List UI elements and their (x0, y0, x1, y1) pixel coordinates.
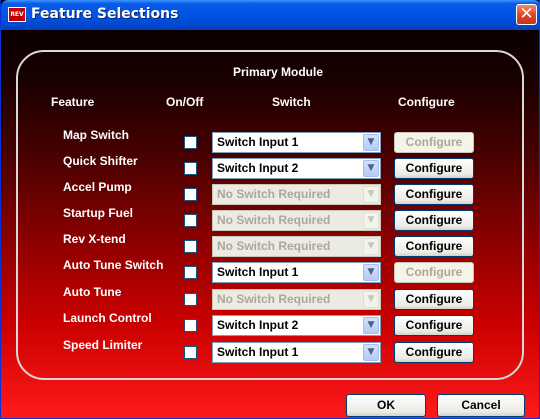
chevron-down-icon: ▼ (363, 212, 379, 229)
chevron-down-icon[interactable]: ▼ (363, 134, 379, 151)
switch-select-value: Switch Input 2 (217, 318, 299, 332)
window-title: Feature Selections (31, 6, 179, 22)
feature-checkbox[interactable] (184, 319, 197, 332)
configure-button: Configure (394, 262, 474, 283)
feature-row: Speed Limiter Switch Input 1 ▼ Configure (1, 338, 540, 364)
chevron-down-icon: ▼ (363, 186, 379, 203)
group-title: Primary Module (233, 65, 324, 79)
feature-checkbox[interactable] (184, 293, 197, 306)
switch-select: No Switch Required ▼ (212, 236, 381, 257)
feature-label: Auto Tune Switch (63, 258, 164, 272)
feature-row: Startup Fuel No Switch Required ▼ Configure (1, 206, 540, 232)
chevron-down-icon: ▼ (363, 291, 379, 308)
configure-button[interactable]: Configure (394, 236, 474, 257)
switch-select-value: Switch Input 1 (217, 265, 299, 279)
header-feature: Feature (51, 95, 95, 109)
feature-checkbox[interactable] (184, 240, 197, 253)
switch-select-value: Switch Input 1 (217, 345, 299, 359)
chevron-down-icon[interactable]: ▼ (363, 264, 379, 281)
feature-label: Quick Shifter (63, 154, 138, 168)
feature-label: Launch Control (63, 311, 152, 325)
configure-button[interactable]: Configure (394, 315, 474, 336)
feature-row: Rev X-tend No Switch Required ▼ Configure (1, 232, 540, 258)
feature-selections-window: REV Feature Selections ✕ Primary Module … (0, 0, 540, 419)
feature-checkbox[interactable] (184, 214, 197, 227)
feature-label: Rev X-tend (63, 232, 126, 246)
chevron-down-icon: ▼ (363, 238, 379, 255)
app-icon: REV (8, 7, 26, 22)
switch-select[interactable]: Switch Input 1 ▼ (212, 342, 381, 363)
ok-button[interactable]: OK (346, 394, 426, 417)
feature-checkbox[interactable] (184, 188, 197, 201)
header-switch: Switch (272, 95, 311, 109)
configure-button[interactable]: Configure (394, 289, 474, 310)
switch-select-value: No Switch Required (217, 213, 331, 227)
cancel-button[interactable]: Cancel (437, 394, 525, 417)
switch-select-value: No Switch Required (217, 292, 331, 306)
header-onoff: On/Off (166, 95, 204, 109)
switch-select-value: Switch Input 2 (217, 161, 299, 175)
switch-select[interactable]: Switch Input 2 ▼ (212, 315, 381, 336)
configure-button[interactable]: Configure (394, 184, 474, 205)
feature-checkbox[interactable] (184, 162, 197, 175)
header-configure: Configure (398, 95, 455, 109)
chevron-down-icon[interactable]: ▼ (363, 344, 379, 361)
switch-select-value: No Switch Required (217, 239, 331, 253)
switch-select: No Switch Required ▼ (212, 210, 381, 231)
feature-row: Auto Tune No Switch Required ▼ Configure (1, 285, 540, 311)
chevron-down-icon[interactable]: ▼ (363, 317, 379, 334)
switch-select: No Switch Required ▼ (212, 184, 381, 205)
configure-button: Configure (394, 132, 474, 153)
switch-select: No Switch Required ▼ (212, 289, 381, 310)
feature-row: Accel Pump No Switch Required ▼ Configure (1, 180, 540, 206)
feature-label: Map Switch (63, 128, 130, 142)
feature-row: Auto Tune Switch Switch Input 1 ▼ Configure (1, 258, 540, 284)
configure-button[interactable]: Configure (394, 158, 474, 179)
feature-row: Map Switch Switch Input 1 ▼ Configure (1, 128, 540, 154)
title-bar[interactable]: REV Feature Selections ✕ (1, 0, 540, 30)
feature-checkbox[interactable] (184, 136, 197, 149)
switch-select-value: No Switch Required (217, 187, 331, 201)
switch-select[interactable]: Switch Input 1 ▼ (212, 262, 381, 283)
feature-label: Accel Pump (63, 180, 132, 194)
switch-select[interactable]: Switch Input 2 ▼ (212, 158, 381, 179)
feature-label: Speed Limiter (63, 338, 143, 352)
feature-checkbox[interactable] (184, 266, 197, 279)
switch-select[interactable]: Switch Input 1 ▼ (212, 132, 381, 153)
feature-row: Launch Control Switch Input 2 ▼ Configure (1, 311, 540, 337)
switch-select-value: Switch Input 1 (217, 135, 299, 149)
close-button[interactable]: ✕ (516, 4, 537, 25)
feature-label: Auto Tune (63, 285, 122, 299)
chevron-down-icon[interactable]: ▼ (363, 160, 379, 177)
feature-checkbox[interactable] (184, 346, 197, 359)
feature-label: Startup Fuel (63, 206, 134, 220)
configure-button[interactable]: Configure (394, 210, 474, 231)
configure-button[interactable]: Configure (394, 342, 474, 363)
feature-row: Quick Shifter Switch Input 2 ▼ Configure (1, 154, 540, 180)
